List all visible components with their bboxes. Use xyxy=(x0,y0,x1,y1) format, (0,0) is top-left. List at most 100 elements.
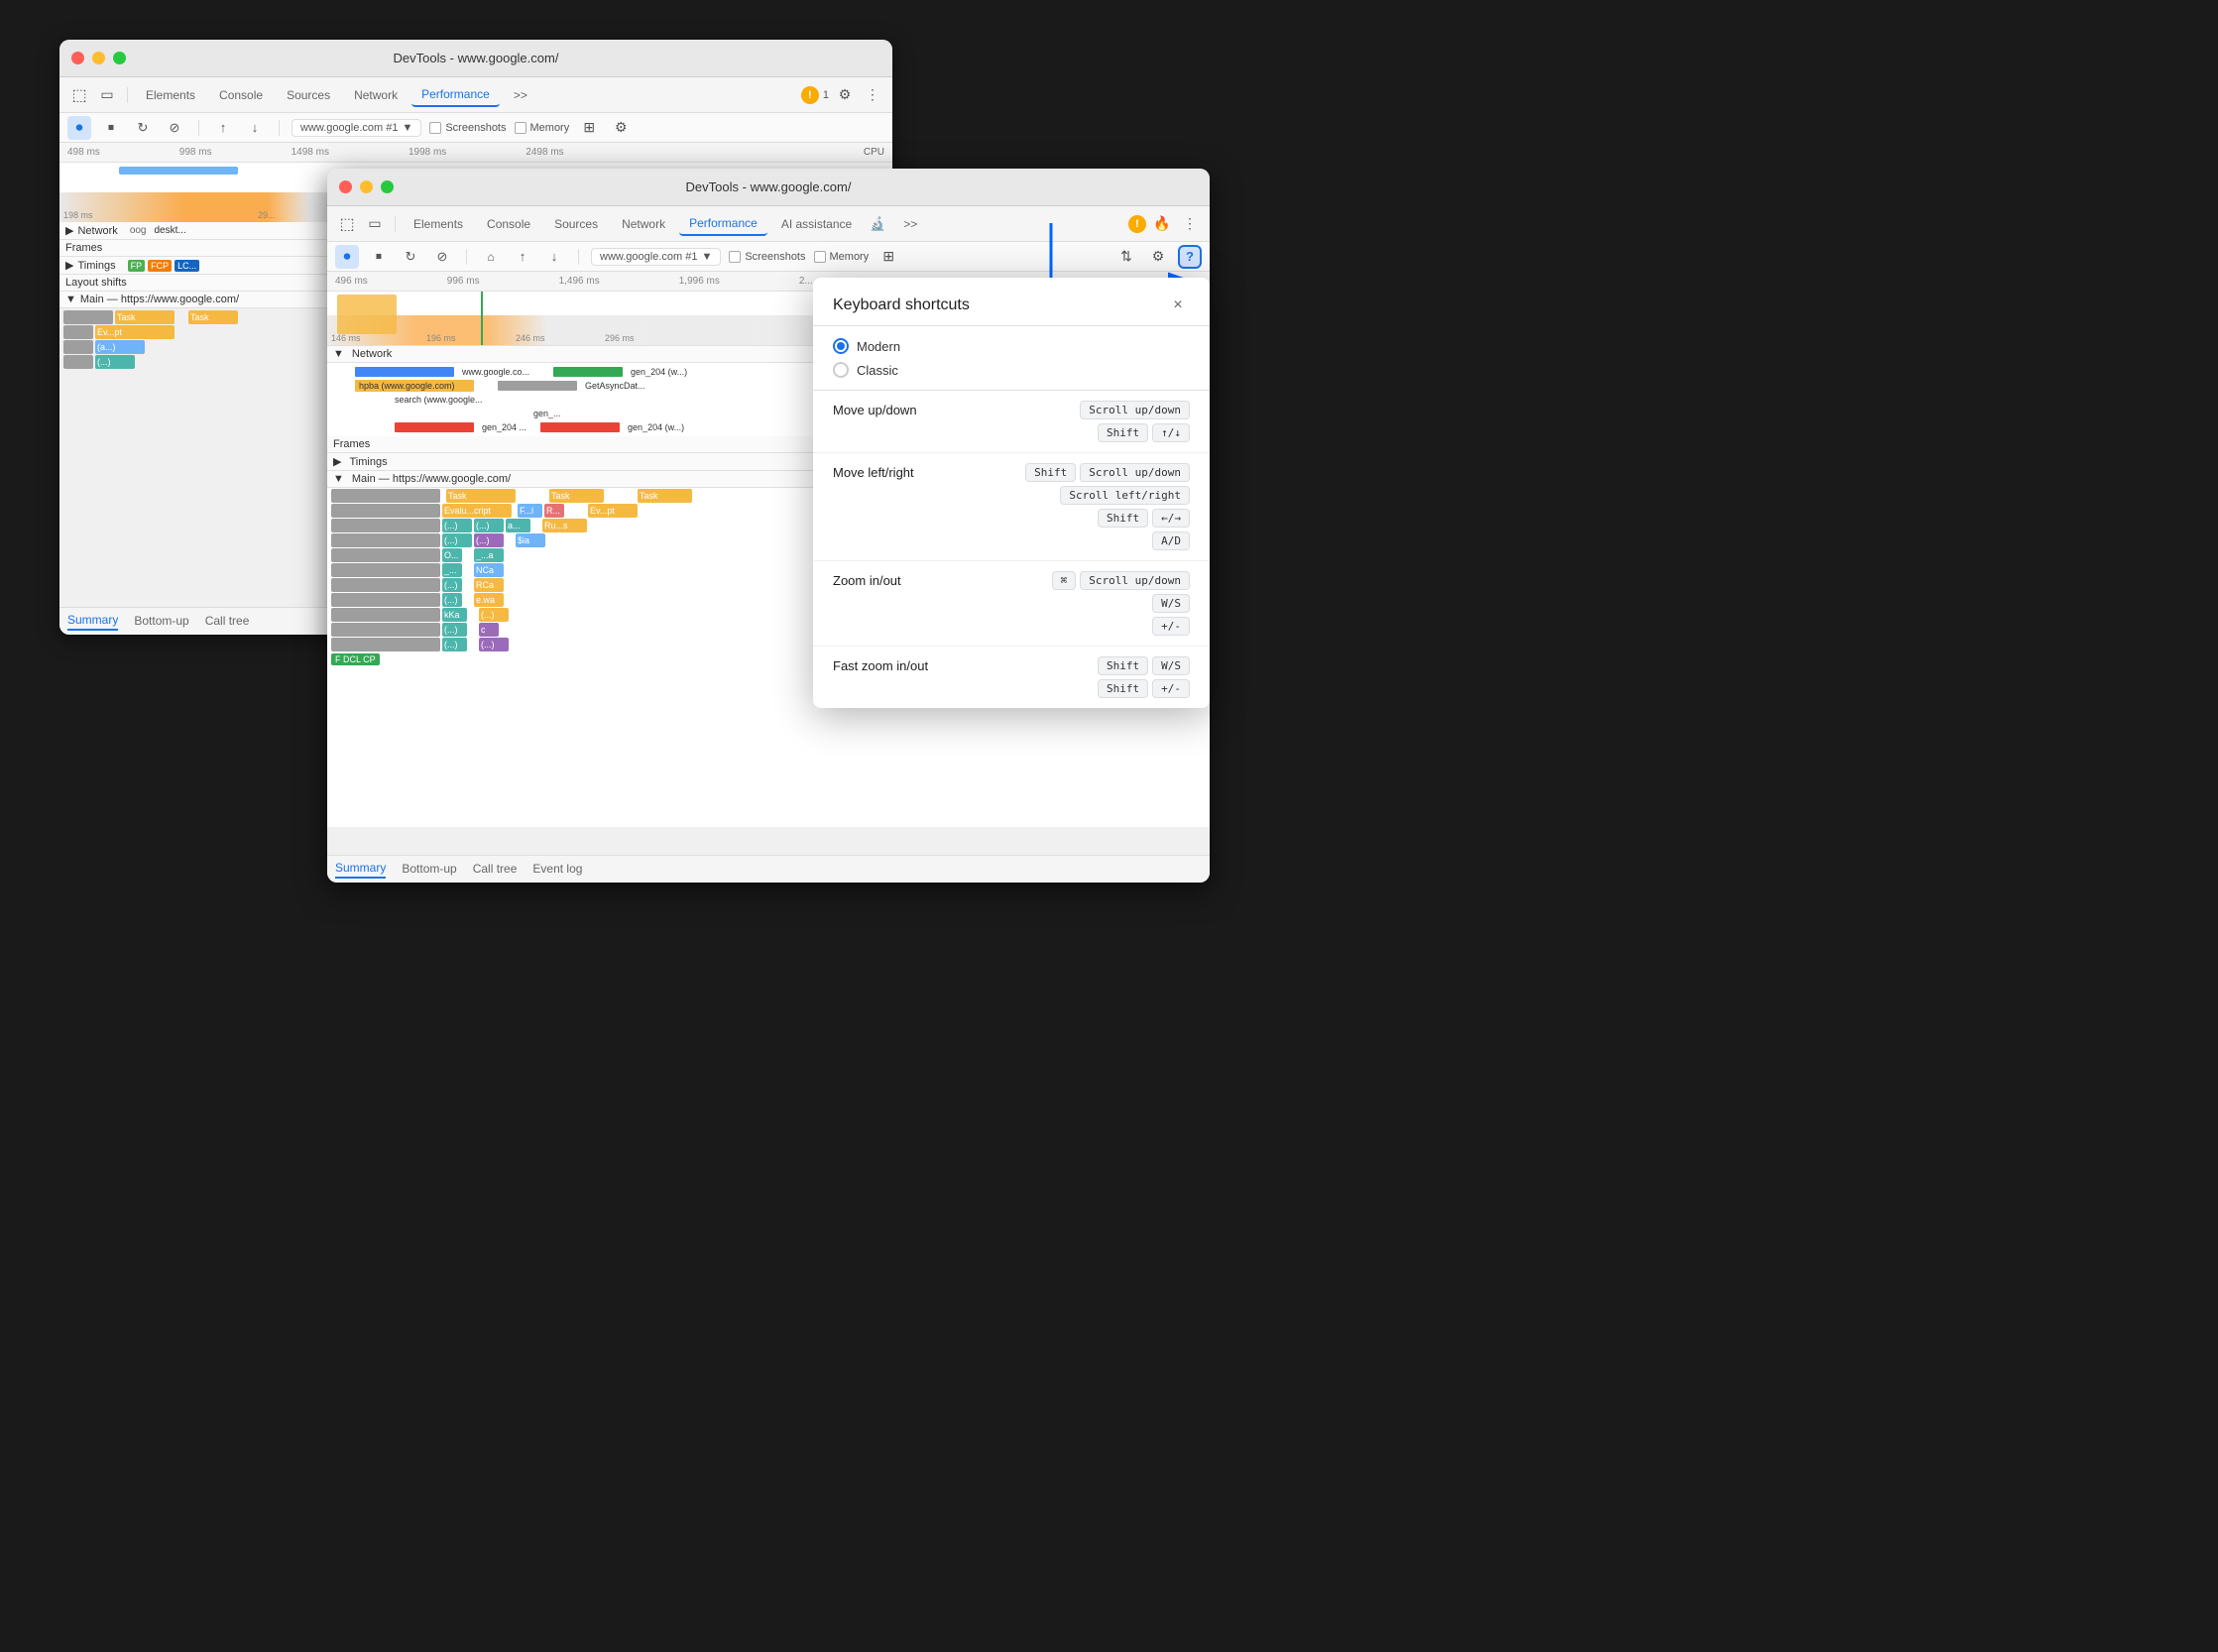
kbd-shift-2: Shift xyxy=(1025,463,1076,482)
fg-network-triangle: ▼ xyxy=(333,348,344,360)
fg-lower-time-2: 196 ms xyxy=(426,333,456,343)
fg-clear-button[interactable]: ⊘ xyxy=(430,245,454,269)
shortcut-move-updown-keys: Scroll up/down Shift ↑/↓ xyxy=(1080,401,1190,442)
fg-flame-paren6: (...) xyxy=(442,593,462,607)
bg-stop-button[interactable]: ⏹ xyxy=(99,116,123,140)
bg-maximize-button[interactable] xyxy=(113,52,126,64)
fg-flame-paren10: (...) xyxy=(479,638,509,651)
bg-tab-calltree[interactable]: Call tree xyxy=(205,614,250,630)
fg-tab-sources[interactable]: Sources xyxy=(544,213,608,235)
fg-tab-eventlog[interactable]: Event log xyxy=(532,862,582,878)
fg-home-icon[interactable]: ⌂ xyxy=(479,245,503,269)
fg-flame-gray-r9 xyxy=(331,608,440,622)
fg-memory-label: Memory xyxy=(830,251,870,263)
fg-tab-more[interactable]: >> xyxy=(893,213,927,235)
fg-spacer5 xyxy=(532,519,540,532)
fg-capture-icon[interactable]: ⊞ xyxy=(876,245,900,269)
fg-net-label-3: GetAsyncDat... xyxy=(585,381,645,391)
fg-net-label-2: gen_204 (w...) xyxy=(631,367,687,377)
fg-spacer8 xyxy=(464,563,472,577)
key-row-scroll-lr: Scroll left/right xyxy=(1060,486,1190,505)
fg-tab-console[interactable]: Console xyxy=(477,213,540,235)
fg-net-search: search (www.google... xyxy=(395,395,483,405)
fg-inspect-icon[interactable]: ⬚ xyxy=(335,212,359,236)
fg-maximize-button[interactable] xyxy=(381,180,394,193)
bg-settings2-icon[interactable]: ⚙ xyxy=(609,116,633,140)
fg-reload-button[interactable]: ↻ xyxy=(399,245,422,269)
fg-flame-r: R... xyxy=(544,504,564,518)
fg-flame-ewa: e.wa xyxy=(474,593,504,607)
radio-modern[interactable]: Modern xyxy=(833,338,1190,354)
fg-tab-bottomup[interactable]: Bottom-up xyxy=(402,862,456,878)
fg-minimize-button[interactable] xyxy=(360,180,373,193)
bg-memory-checkbox[interactable] xyxy=(515,122,526,134)
bg-more-icon[interactable]: ⋮ xyxy=(861,83,884,107)
bg-inspect-icon[interactable]: ⬚ xyxy=(67,83,91,107)
bg-record-button[interactable]: ⏺ xyxy=(67,116,91,140)
fg-title: DevTools - www.google.com/ xyxy=(686,179,852,194)
bg-tab-more[interactable]: >> xyxy=(504,84,537,106)
fg-screenshots-checkbox[interactable] xyxy=(729,251,741,263)
bg-download-icon[interactable]: ↓ xyxy=(243,116,267,140)
fg-tab-ai[interactable]: AI assistance xyxy=(771,213,862,235)
bg-settings-icon[interactable]: ⚙ xyxy=(833,83,857,107)
shortcuts-close-button[interactable]: × xyxy=(1166,294,1190,317)
bg-close-button[interactable] xyxy=(71,52,84,64)
bg-screenshots-checkbox[interactable] xyxy=(429,122,441,134)
kbd-shift-5: Shift xyxy=(1098,679,1148,698)
fg-flame-ua: _...a xyxy=(474,548,504,562)
kbd-shift-3: Shift xyxy=(1098,509,1148,528)
fg-flame-paren2: (...) xyxy=(474,519,504,532)
bg-reload-button[interactable]: ↻ xyxy=(131,116,155,140)
shortcut-zoom: Zoom in/out ⌘ Scroll up/down W/S +/- xyxy=(813,561,1210,647)
bg-timings-label: Timings xyxy=(77,260,115,272)
bg-capture-icon[interactable]: ⊞ xyxy=(577,116,601,140)
fg-flame-task-2: Task xyxy=(549,489,604,503)
bg-tab-bottomup[interactable]: Bottom-up xyxy=(134,614,188,630)
kbd-plusminus: +/- xyxy=(1152,617,1190,636)
fg-stop-button[interactable]: ⏹ xyxy=(367,245,391,269)
fg-close-button[interactable] xyxy=(339,180,352,193)
bg-fp-badge: FP xyxy=(128,260,146,272)
fg-memory-checkbox[interactable] xyxy=(814,251,826,263)
fg-tab-elements[interactable]: Elements xyxy=(404,213,473,235)
bg-tab-performance[interactable]: Performance xyxy=(411,83,500,107)
bg-minimize-button[interactable] xyxy=(92,52,105,64)
bg-device-icon[interactable]: ▭ xyxy=(95,83,119,107)
shortcuts-radio-group: Modern Classic xyxy=(813,326,1210,391)
fg-network-label: Network xyxy=(352,348,392,360)
fg-tab-network[interactable]: Network xyxy=(612,213,675,235)
bg-tab-console[interactable]: Console xyxy=(209,84,273,106)
kbd-ad: A/D xyxy=(1152,531,1190,550)
fg-url-selector[interactable]: www.google.com #1 ▼ xyxy=(591,248,721,266)
bg-timeline-ruler: 498 ms 998 ms 1498 ms 1998 ms 2498 ms CP… xyxy=(59,143,892,163)
kbd-scroll-leftright: Scroll left/right xyxy=(1060,486,1190,505)
fg-record-button[interactable]: ⏺ xyxy=(335,245,359,269)
fg-timings-triangle: ▶ xyxy=(333,455,341,468)
fg-net-bar-2 xyxy=(553,367,623,377)
fg-device-icon[interactable]: ▭ xyxy=(363,212,387,236)
shortcut-fastzoom-keys: Shift W/S Shift +/- xyxy=(1098,656,1190,698)
fg-flame-rus: Ru...s xyxy=(542,519,587,532)
fg-tab-summary[interactable]: Summary xyxy=(335,861,386,879)
bg-clear-button[interactable]: ⊘ xyxy=(163,116,186,140)
bg-upload-icon[interactable]: ↑ xyxy=(211,116,235,140)
bg-toolbar: ⬚ ▭ Elements Console Sources Network Per… xyxy=(59,77,892,113)
fg-tab-performance[interactable]: Performance xyxy=(679,212,767,236)
fg-upload-icon[interactable]: ↑ xyxy=(511,245,534,269)
key-row-scroll-updown: Scroll up/down xyxy=(1080,401,1190,419)
fg-flame-nca: NCa xyxy=(474,563,504,577)
fg-net-label-1: www.google.co... xyxy=(462,367,529,377)
shortcuts-title: Keyboard shortcuts xyxy=(833,296,970,314)
bg-tab-summary[interactable]: Summary xyxy=(67,613,118,631)
radio-classic[interactable]: Classic xyxy=(833,362,1190,378)
fg-download-icon[interactable]: ↓ xyxy=(542,245,566,269)
bg-tab-elements[interactable]: Elements xyxy=(136,84,205,106)
fg-traffic-lights xyxy=(339,180,394,193)
bg-url-selector[interactable]: www.google.com #1 ▼ xyxy=(292,119,421,137)
kbd-plusminus-2: +/- xyxy=(1152,679,1190,698)
fg-tab-calltree[interactable]: Call tree xyxy=(473,862,518,878)
bg-tab-network[interactable]: Network xyxy=(344,84,408,106)
radio-classic-label: Classic xyxy=(857,363,898,378)
bg-tab-sources[interactable]: Sources xyxy=(277,84,340,106)
